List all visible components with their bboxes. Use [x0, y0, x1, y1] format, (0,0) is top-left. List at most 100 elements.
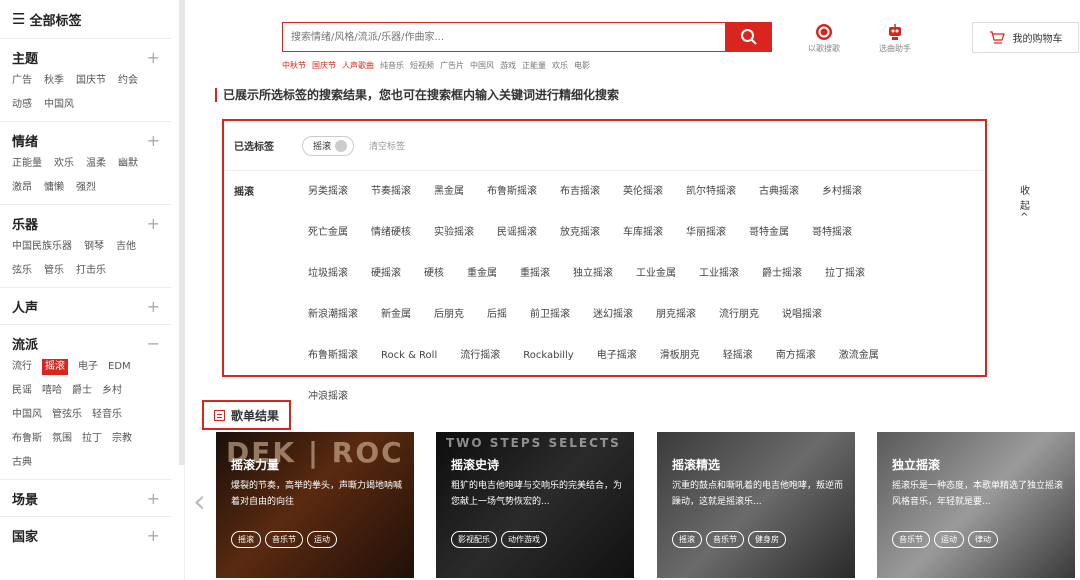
- subtag-item[interactable]: 放克摇滚: [560, 212, 600, 253]
- sidebar-tag[interactable]: 动感: [12, 93, 32, 117]
- hot-search-word[interactable]: 国庆节: [312, 61, 336, 70]
- subtag-item[interactable]: 激流金属: [839, 335, 879, 376]
- subtag-item[interactable]: 朋克摇滚: [656, 294, 696, 335]
- search-button[interactable]: [725, 22, 772, 52]
- sidebar-tag[interactable]: 温柔: [86, 152, 106, 176]
- hot-search-word[interactable]: 人声歌曲: [342, 61, 374, 70]
- sidebar-tag[interactable]: 激昂: [12, 176, 32, 200]
- clear-tags-button[interactable]: 清空标签: [369, 139, 405, 152]
- sidebar-tag[interactable]: 国庆节: [76, 69, 106, 93]
- subtag-item[interactable]: 硬摇滚: [371, 253, 401, 294]
- sidebar-tag[interactable]: EDM: [108, 355, 131, 379]
- sidebar-tag[interactable]: 流行: [12, 355, 32, 379]
- sidebar-group-header[interactable]: 主题 +: [12, 47, 160, 67]
- sidebar-tag[interactable]: 管乐: [44, 259, 64, 283]
- subtag-item[interactable]: 垃圾摇滚: [308, 253, 348, 294]
- sidebar-group-header[interactable]: 乐器 +: [12, 213, 160, 233]
- playlist-tag[interactable]: 摇滚: [672, 531, 702, 548]
- playlist-tag[interactable]: 摇滚: [231, 531, 261, 548]
- hot-search-word[interactable]: 正能量: [522, 61, 546, 70]
- sidebar-group-header[interactable]: 人声 +: [12, 296, 160, 316]
- expand-icon[interactable]: +: [147, 526, 160, 545]
- sidebar-tag[interactable]: 拉丁: [82, 427, 102, 451]
- playlist-tag[interactable]: 运动: [934, 531, 964, 548]
- playlist-tag[interactable]: 健身房: [748, 531, 786, 548]
- sidebar-tag[interactable]: 民谣: [12, 379, 32, 403]
- expand-icon[interactable]: +: [147, 131, 160, 150]
- playlist-tag[interactable]: 律动: [968, 531, 998, 548]
- sidebar-tag[interactable]: 广告: [12, 69, 32, 93]
- playlist-card[interactable]: 独立摇滚 摇滚乐是一种态度，本歌单精选了独立摇滚风格音乐，年轻就是要... 音乐节运…: [877, 432, 1075, 578]
- playlist-card[interactable]: 摇滚精选 沉重的鼓点和嘶吼着的电吉他咆哮，叛逆而躁动，这就是摇滚乐... 摇滚 音乐节…: [657, 432, 855, 578]
- sidebar-tag[interactable]: 打击乐: [76, 259, 106, 283]
- sidebar-tag[interactable]: 氛围: [52, 427, 72, 451]
- sidebar-tag[interactable]: 嘻哈: [42, 379, 62, 403]
- sidebar-tag[interactable]: 强烈: [76, 176, 96, 200]
- sidebar-tag[interactable]: 弦乐: [12, 259, 32, 283]
- subtag-item[interactable]: 南方摇滚: [776, 335, 816, 376]
- hot-search-word[interactable]: 广告片: [440, 61, 464, 70]
- hot-search-word[interactable]: 纯音乐: [380, 61, 404, 70]
- subtag-item[interactable]: 爵士摇滚: [762, 253, 802, 294]
- subtag-item[interactable]: 死亡金属: [308, 212, 348, 253]
- hot-search-word[interactable]: 欢乐: [552, 61, 568, 70]
- subtag-item[interactable]: 新金属: [381, 294, 411, 335]
- hot-search-word[interactable]: 游戏: [500, 61, 516, 70]
- subtag-item[interactable]: 说唱摇滚: [782, 294, 822, 335]
- subtag-item[interactable]: 布吉摇滚: [560, 171, 600, 212]
- subtag-item[interactable]: Rock & Roll: [381, 335, 437, 376]
- hot-search-word[interactable]: 电影: [574, 61, 590, 70]
- expand-icon[interactable]: +: [147, 489, 160, 508]
- subtag-item[interactable]: 实验摇滚: [434, 212, 474, 253]
- selection-helper-button[interactable]: 选曲助手: [865, 22, 925, 54]
- subtag-item[interactable]: 情绪硬核: [371, 212, 411, 253]
- subtag-item[interactable]: 工业金属: [636, 253, 676, 294]
- subtag-item[interactable]: 乡村摇滚: [822, 171, 862, 212]
- subtag-item[interactable]: 工业摇滚: [699, 253, 739, 294]
- subtag-item[interactable]: 后摇: [487, 294, 507, 335]
- playlist-tag[interactable]: 动作游戏: [501, 531, 547, 548]
- subtag-item[interactable]: 重金属: [467, 253, 497, 294]
- sidebar-tag[interactable]: 古典: [12, 451, 32, 475]
- subtag-item[interactable]: 冲浪摇滚: [308, 376, 348, 417]
- sidebar-tag[interactable]: 中国民族乐器: [12, 235, 72, 259]
- sidebar-tag[interactable]: 中国风: [12, 403, 42, 427]
- search-input[interactable]: [283, 23, 726, 51]
- subtag-item[interactable]: 民谣摇滚: [497, 212, 537, 253]
- hot-search-word[interactable]: 短视频: [410, 61, 434, 70]
- hot-search-word[interactable]: 中国风: [470, 61, 494, 70]
- expand-icon[interactable]: +: [147, 48, 160, 67]
- sidebar-tag[interactable]: 钢琴: [84, 235, 104, 259]
- subtag-item[interactable]: 哥特金属: [749, 212, 789, 253]
- sidebar-group-header[interactable]: 流派 −: [12, 333, 160, 353]
- playlist-tag[interactable]: 音乐节: [265, 531, 303, 548]
- sidebar-tag[interactable]: 管弦乐: [52, 403, 82, 427]
- listen-search-button[interactable]: 以歌搜歌: [794, 22, 854, 54]
- subtag-item[interactable]: 独立摇滚: [573, 253, 613, 294]
- subtag-item[interactable]: 拉丁摇滚: [825, 253, 865, 294]
- all-tags-header[interactable]: ☰ 全部标签: [0, 0, 184, 38]
- remove-tag-icon[interactable]: [335, 139, 348, 152]
- subtag-item[interactable]: 另类摇滚: [308, 171, 348, 212]
- selected-tag-chip[interactable]: 摇滚: [302, 135, 355, 156]
- subtag-item[interactable]: 硬核: [424, 253, 444, 294]
- subtag-item[interactable]: 前卫摇滚: [530, 294, 570, 335]
- sidebar-tag[interactable]: 宗教: [112, 427, 132, 451]
- subtag-item[interactable]: 重摇滚: [520, 253, 550, 294]
- subtag-item[interactable]: 节奏摇滚: [371, 171, 411, 212]
- playlist-tag[interactable]: 音乐节: [706, 531, 744, 548]
- expand-icon[interactable]: +: [147, 297, 160, 316]
- subtag-item[interactable]: 新浪潮摇滚: [308, 294, 358, 335]
- sidebar-tag[interactable]: 爵士: [72, 379, 92, 403]
- subtag-item[interactable]: 布鲁斯摇滚: [487, 171, 537, 212]
- sidebar-tag[interactable]: 慵懒: [44, 176, 64, 200]
- sidebar-group-header[interactable]: 情绪 +: [12, 130, 160, 150]
- playlist-tag[interactable]: 影视配乐: [451, 531, 497, 548]
- sidebar-tag[interactable]: 布鲁斯: [12, 427, 42, 451]
- subtag-item[interactable]: 滑板朋克: [660, 335, 700, 376]
- sidebar-group-header[interactable]: 国家 +: [12, 525, 160, 545]
- sidebar-tag[interactable]: 轻音乐: [92, 403, 122, 427]
- carousel-prev-icon[interactable]: ‹: [193, 485, 206, 517]
- sidebar-tag[interactable]: 欢乐: [54, 152, 74, 176]
- subtag-item[interactable]: 车库摇滚: [623, 212, 663, 253]
